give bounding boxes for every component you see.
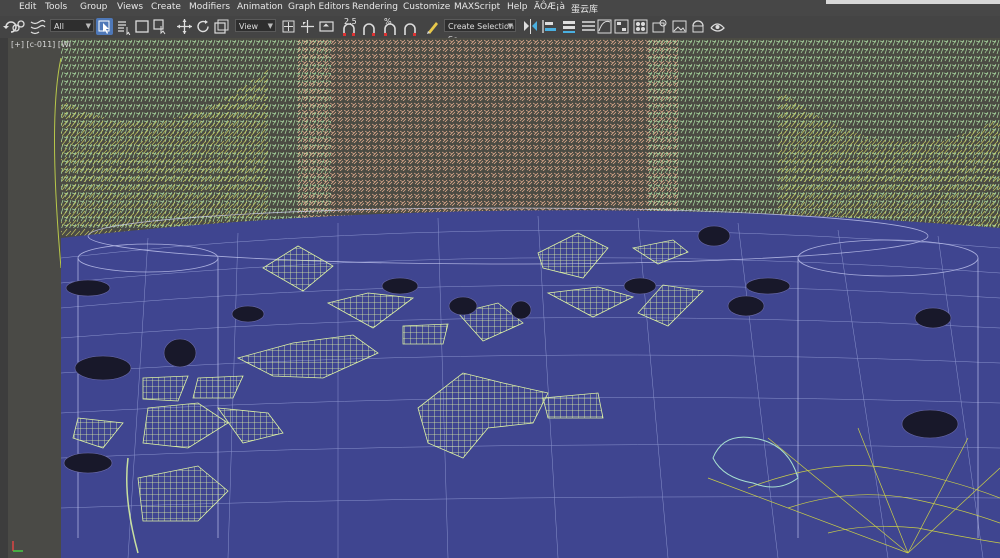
viewport-shading-label[interactable]: [Wi	[58, 40, 71, 49]
menu-graph-editors[interactable]: Graph Editors	[288, 2, 350, 12]
center-coral-mass	[298, 38, 678, 218]
keyboard-shortcut-icon[interactable]	[318, 18, 335, 35]
menu-tools[interactable]: Tools	[45, 2, 67, 12]
pivot-center-icon[interactable]	[280, 18, 297, 35]
menu-create[interactable]: Create	[151, 2, 181, 12]
viewport-camera-label[interactable]: [c-011]	[27, 40, 56, 49]
fish-shape	[697, 225, 731, 247]
align-icon[interactable]	[541, 18, 558, 35]
menu-group[interactable]: Group	[80, 2, 107, 12]
camera-viewport[interactable]: [+] [c-011] [Wi	[8, 38, 1000, 558]
edit-named-selection-icon[interactable]	[425, 18, 442, 35]
viewport-label[interactable]: [+] [c-011] [Wi	[11, 40, 71, 49]
fish-shape	[63, 452, 113, 474]
move-icon[interactable]	[176, 18, 193, 35]
menu-maxscript[interactable]: MAXScript	[454, 2, 500, 12]
select-by-name-icon[interactable]	[115, 18, 132, 35]
viewport-menu-label[interactable]: [+]	[11, 40, 24, 49]
angle-snap-icon[interactable]	[361, 21, 378, 38]
curve-editor-icon[interactable]	[596, 18, 613, 35]
layer-manager-icon[interactable]	[561, 18, 578, 35]
menu-customize[interactable]: Customize	[403, 2, 450, 12]
selection-filter-value: All	[54, 22, 64, 31]
toggle-ribbon-icon[interactable]	[580, 18, 597, 35]
scale-icon[interactable]	[213, 18, 230, 35]
reference-coord-dropdown[interactable]: View ▼	[235, 19, 276, 32]
spinner-snap-icon[interactable]	[402, 21, 419, 38]
left-yellow-curve	[54, 57, 62, 269]
fish-shape	[65, 279, 111, 297]
reference-coord-value: View	[239, 22, 258, 31]
fish-shape	[510, 300, 532, 320]
snap-toggle-icon[interactable]	[341, 21, 358, 38]
active-shade-icon[interactable]	[709, 18, 726, 35]
wireframe-scene	[54, 38, 1000, 558]
chevron-down-icon: ▼	[85, 22, 91, 30]
rect-selection-icon[interactable]	[134, 18, 151, 35]
menu-plugin[interactable]: ÄÔÆ¡à	[534, 2, 565, 12]
axis-tripod-icon	[12, 541, 23, 552]
menu-rendering[interactable]: Rendering	[352, 2, 398, 12]
window-crossing-icon[interactable]	[152, 18, 169, 35]
schematic-view-icon[interactable]	[613, 18, 630, 35]
menu-animation[interactable]: Animation	[237, 2, 283, 12]
menu-plugin-cn[interactable]: 蛋云库	[571, 2, 598, 15]
main-toolbar: All▼ View▼ 2.5 % Create Selection Se▼	[0, 16, 1000, 44]
percent-snap-icon[interactable]	[382, 21, 399, 38]
render-production-icon[interactable]	[690, 18, 707, 35]
lily-pad	[402, 323, 449, 345]
selection-filter-dropdown[interactable]: All ▼	[50, 19, 94, 32]
fish-shape	[448, 296, 478, 316]
select-object-icon[interactable]	[96, 18, 113, 35]
menu-edit[interactable]: Edit	[19, 2, 36, 12]
rotate-icon[interactable]	[195, 18, 212, 35]
fish-shape	[231, 305, 265, 323]
title-strip	[826, 0, 1000, 4]
fish-shape	[745, 277, 791, 295]
select-link-icon[interactable]	[10, 18, 27, 35]
chevron-down-icon: ▼	[267, 22, 273, 30]
fish-shape	[623, 277, 657, 295]
render-frame-icon[interactable]	[671, 18, 688, 35]
fish-shape	[727, 295, 765, 317]
fish-shape	[163, 338, 197, 368]
menu-views[interactable]: Views	[117, 2, 143, 12]
menu-modifiers[interactable]: Modifiers	[189, 2, 230, 12]
left-command-strip	[0, 38, 8, 558]
fish-shape	[901, 409, 959, 439]
mirror-icon[interactable]	[522, 18, 539, 35]
named-selection-dropdown[interactable]: Create Selection Se▼	[444, 19, 516, 44]
render-setup-icon[interactable]	[651, 18, 668, 35]
material-editor-icon[interactable]	[632, 18, 649, 35]
menu-help[interactable]: Help	[507, 2, 528, 12]
chevron-down-icon: ▼	[507, 22, 513, 30]
fish-shape	[381, 277, 419, 295]
bind-space-warp-icon[interactable]	[29, 18, 46, 35]
menu-bar: Edit Tools Group Views Create Modifiers …	[0, 0, 1000, 17]
fish-shape	[74, 355, 132, 381]
select-manipulate-icon[interactable]	[299, 18, 316, 35]
fish-shape	[914, 307, 952, 329]
